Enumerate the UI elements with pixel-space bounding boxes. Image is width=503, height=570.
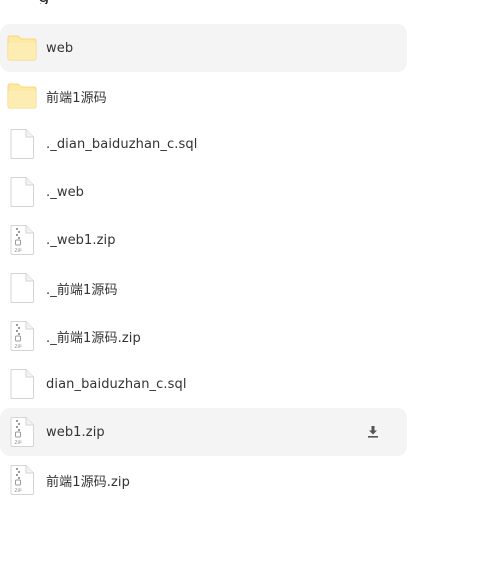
file-name: web xyxy=(46,40,74,56)
file-row[interactable]: 前端1源码 xyxy=(0,72,407,120)
folder-icon xyxy=(7,33,37,63)
zip-file-icon: ZIP xyxy=(7,321,37,351)
file-name: ._前端1源码 xyxy=(46,282,118,298)
zip-file-icon: ZIP xyxy=(7,225,37,255)
file-browser: g web 前端1源码 ._dian_baiduzhan_c.sql ._web ZIP… xyxy=(0,0,503,570)
zip-file-icon: ZIP xyxy=(7,417,37,447)
download-icon[interactable] xyxy=(365,423,381,441)
file-row[interactable]: ._dian_baiduzhan_c.sql xyxy=(0,120,407,168)
file-icon xyxy=(7,129,37,159)
file-row[interactable]: ._前端1源码 xyxy=(0,264,407,312)
file-name: 前端1源码.zip xyxy=(46,474,130,490)
zip-label: ZIP xyxy=(14,344,21,350)
file-icon xyxy=(7,369,37,399)
file-row[interactable]: ZIP ._web1.zip xyxy=(0,216,407,264)
file-name: ._web1.zip xyxy=(46,232,116,248)
file-list: web 前端1源码 ._dian_baiduzhan_c.sql ._web ZIP ._… xyxy=(0,24,407,504)
file-row[interactable]: ._web xyxy=(0,168,407,216)
file-name: ._dian_baiduzhan_c.sql xyxy=(46,136,198,152)
file-name: web1.zip xyxy=(46,424,105,440)
folder-icon xyxy=(7,81,37,111)
file-icon xyxy=(7,177,37,207)
page-title: g xyxy=(38,0,49,4)
file-row[interactable]: ZIP ._前端1源码.zip xyxy=(0,312,407,360)
zip-label: ZIP xyxy=(14,440,21,446)
zip-label: ZIP xyxy=(14,488,21,494)
zip-file-icon: ZIP xyxy=(7,465,37,495)
file-name: ._前端1源码.zip xyxy=(46,330,141,346)
file-icon xyxy=(7,273,37,303)
file-row[interactable]: dian_baiduzhan_c.sql xyxy=(0,360,407,408)
file-name: dian_baiduzhan_c.sql xyxy=(46,376,187,392)
file-name: ._web xyxy=(46,184,85,200)
file-row[interactable]: ZIP web1.zip xyxy=(0,408,407,456)
file-row[interactable]: web xyxy=(0,24,407,72)
file-row[interactable]: ZIP 前端1源码.zip xyxy=(0,456,407,504)
file-name: 前端1源码 xyxy=(46,90,107,106)
zip-label: ZIP xyxy=(14,248,21,254)
